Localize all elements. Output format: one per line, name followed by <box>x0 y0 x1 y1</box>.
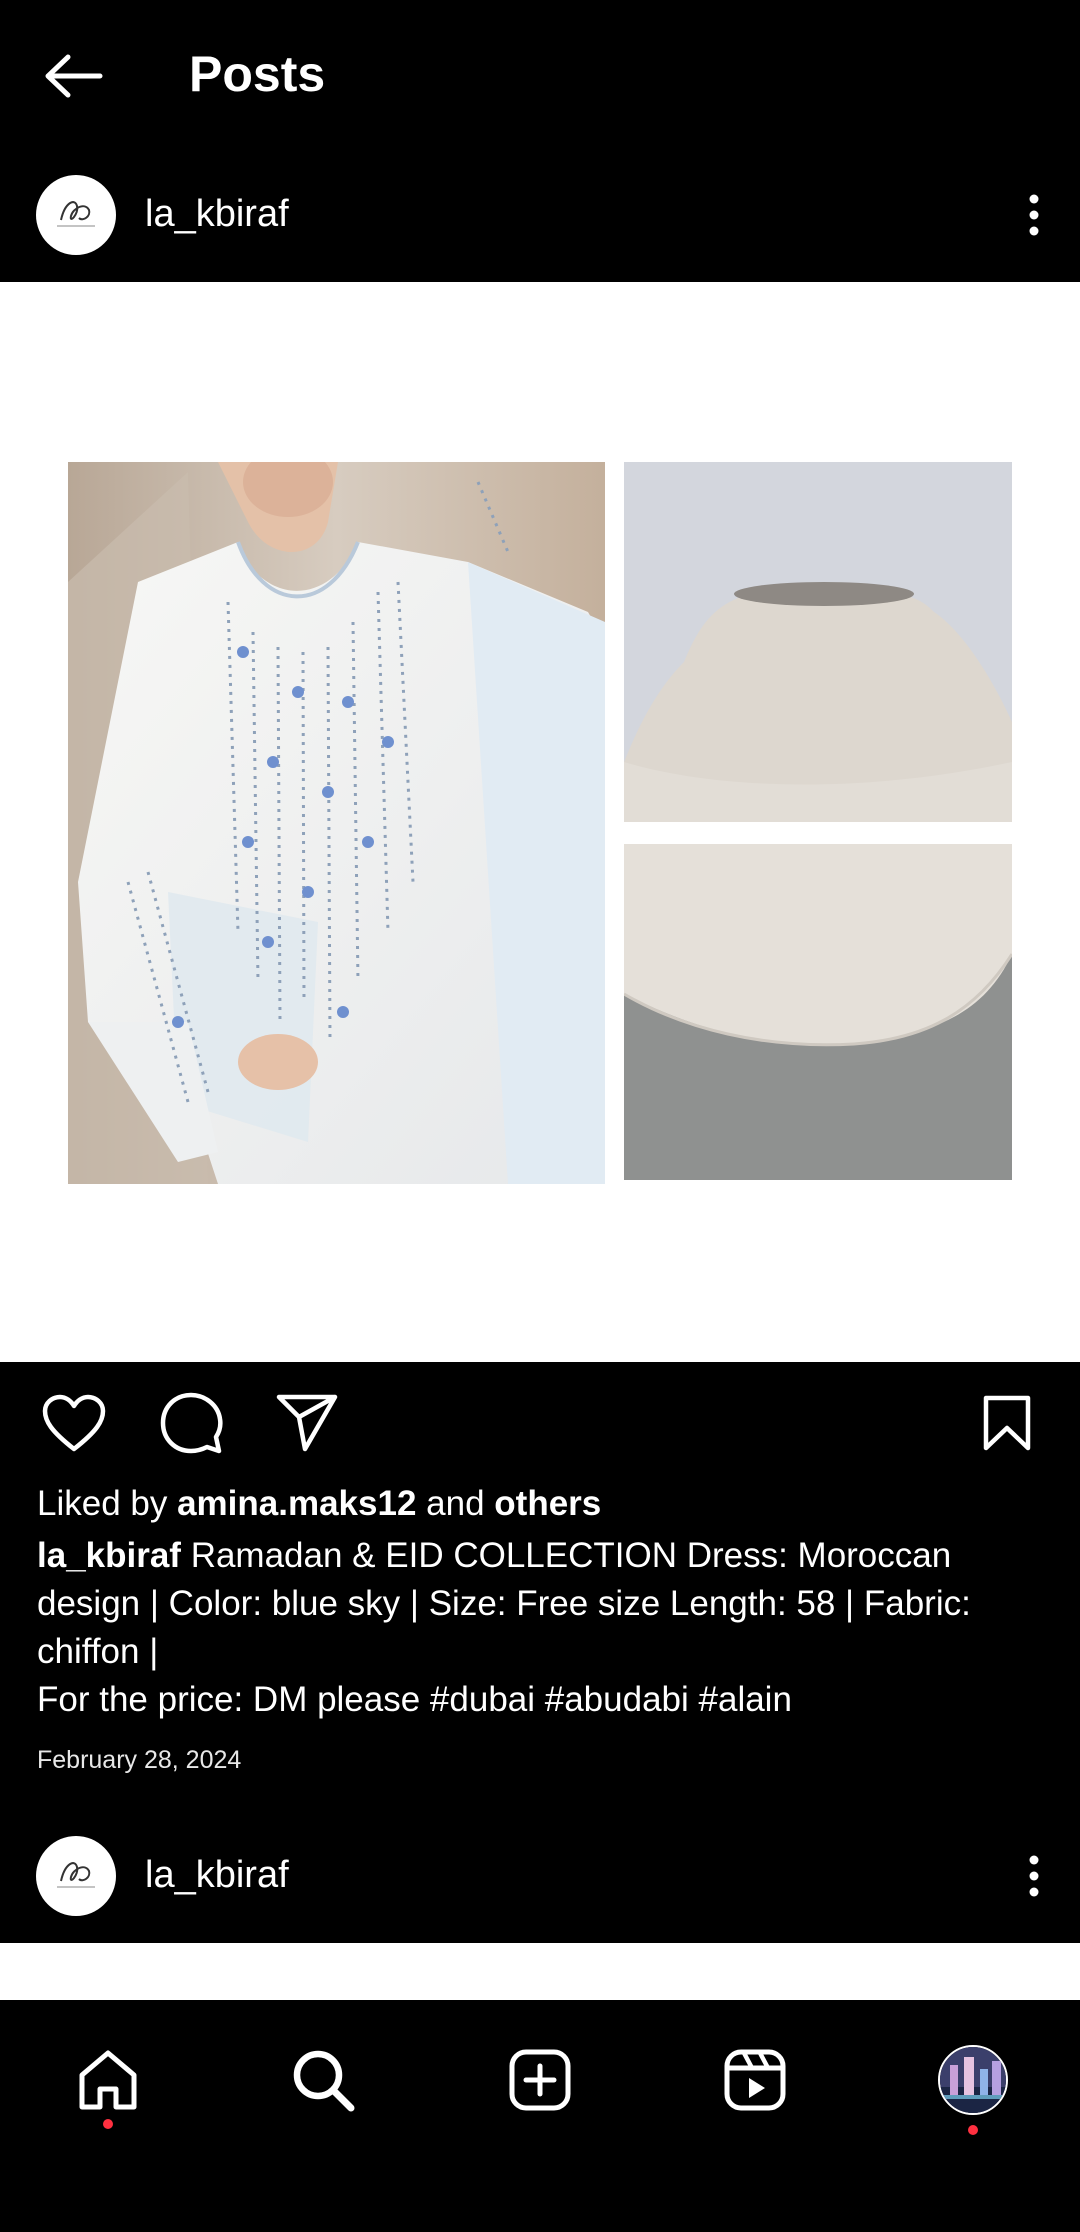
nav-profile[interactable] <box>918 2025 1028 2135</box>
nav-create[interactable] <box>485 2025 595 2135</box>
post-media[interactable] <box>0 282 1080 1362</box>
bookmark-icon <box>983 1395 1031 1451</box>
notification-dot <box>968 2125 978 2135</box>
caption-hashtags: For the price: DM please #dubai #abudabi… <box>37 1680 792 1719</box>
nav-search[interactable] <box>268 2025 378 2135</box>
top-bar: Posts <box>0 0 1080 148</box>
reels-icon <box>724 2049 786 2111</box>
vertical-ellipsis-icon <box>1029 194 1039 236</box>
back-button[interactable] <box>30 38 116 114</box>
vase-photo-bottom <box>624 844 1012 1180</box>
post-username[interactable]: la_kbiraf <box>145 188 289 240</box>
liked-by-and: and <box>416 1484 495 1523</box>
like-button[interactable] <box>33 1382 115 1464</box>
next-post-media[interactable] <box>0 1943 1080 2001</box>
paper-plane-icon <box>276 1394 338 1452</box>
vase-photo-top <box>624 462 1012 822</box>
post-date: February 28, 2024 <box>37 1746 242 1774</box>
profile-avatar <box>938 2045 1008 2115</box>
liked-by-user[interactable]: amina.maks12 <box>177 1484 416 1523</box>
vertical-ellipsis-icon <box>1029 1855 1039 1897</box>
more-options-button[interactable] <box>1010 1839 1058 1913</box>
home-icon <box>79 2050 137 2110</box>
more-options-button[interactable] <box>1010 178 1058 252</box>
arrow-left-icon <box>45 54 103 98</box>
avatar[interactable] <box>36 1836 116 1916</box>
dress-photo <box>68 462 605 1184</box>
next-post-header: la_kbiraf <box>0 1809 1080 1943</box>
notification-dot <box>103 2119 113 2129</box>
comment-button[interactable] <box>150 1382 232 1464</box>
nav-home[interactable] <box>53 2025 163 2135</box>
share-button[interactable] <box>266 1382 348 1464</box>
likes-summary[interactable]: Liked by amina.maks12 and others <box>37 1480 601 1528</box>
heart-icon <box>42 1394 106 1452</box>
caption-username[interactable]: la_kbiraf <box>37 1536 181 1575</box>
post-actions <box>0 1362 1080 1482</box>
brand-logo-icon <box>57 201 95 227</box>
liked-by-others[interactable]: others <box>494 1484 601 1523</box>
plus-square-icon <box>509 2049 571 2111</box>
liked-by-prefix: Liked by <box>37 1484 178 1523</box>
speech-bubble-icon <box>160 1392 223 1454</box>
bottom-nav <box>0 2000 1080 2232</box>
brand-logo-icon <box>57 1862 95 1888</box>
nav-reels[interactable] <box>700 2025 810 2135</box>
search-icon <box>293 2050 355 2112</box>
post-username[interactable]: la_kbiraf <box>145 1849 289 1901</box>
post-caption: la_kbiraf Ramadan & EID COLLECTION Dress… <box>37 1532 1047 1724</box>
post-header: la_kbiraf <box>0 148 1080 282</box>
page-title: Posts <box>189 46 326 102</box>
avatar[interactable] <box>36 175 116 255</box>
save-button[interactable] <box>966 1382 1048 1464</box>
